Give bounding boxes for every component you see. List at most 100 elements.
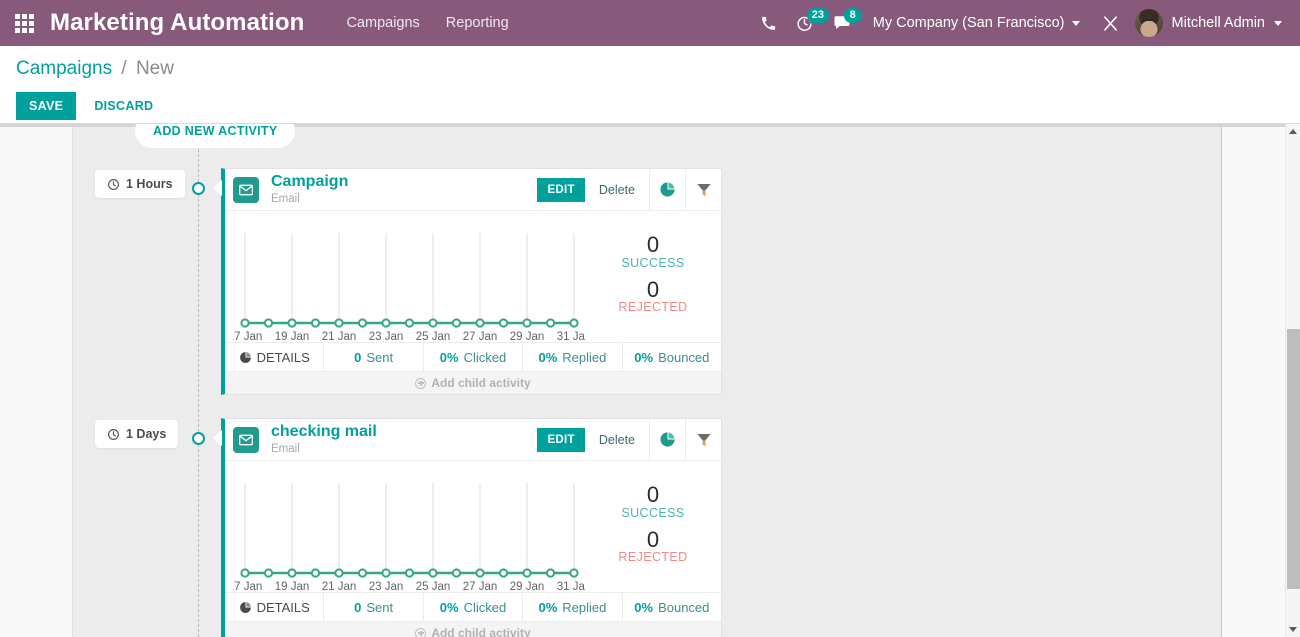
edit-button[interactable]: EDIT	[537, 427, 585, 452]
stat-replied[interactable]: 0% Replied	[522, 593, 621, 621]
x-tick: 21 Jan	[322, 331, 357, 343]
activity-title: Campaign	[271, 174, 349, 191]
breadcrumb-separator: /	[121, 58, 127, 79]
success-label: SUCCESS	[621, 255, 685, 270]
navbar-right-cluster: 23 8 My Company (San Francisco) Mitchell…	[751, 0, 1292, 46]
pie-chart-icon	[239, 601, 251, 613]
activity-card-titles: Campaign Email	[271, 174, 537, 205]
details-label: DETAILS	[256, 349, 310, 365]
activity-card-header: Campaign Email EDIT Delete	[225, 169, 721, 211]
activity-card: Campaign Email EDIT Delete 7 Jan 19 Jan …	[221, 168, 722, 395]
apps-grid-icon[interactable]	[12, 11, 36, 35]
x-tick: 23 Jan	[369, 331, 404, 343]
developer-tools-icon[interactable]	[1092, 0, 1129, 46]
chevron-down-icon	[1071, 20, 1080, 26]
chart-series-points	[240, 318, 579, 328]
stat-label: Sent	[366, 349, 394, 365]
stat-value: 0%	[538, 599, 558, 615]
left-gutter	[0, 124, 73, 637]
stat-value: 0%	[439, 349, 459, 365]
stat-sent[interactable]: 0 Sent	[323, 593, 422, 621]
record-action-buttons: SAVE DISCARD	[16, 92, 1284, 120]
scrollbar-thumb[interactable]	[1287, 329, 1300, 589]
stat-clicked[interactable]: 0% Clicked	[422, 343, 522, 371]
activity-title: checking mail	[271, 424, 377, 441]
add-child-activity-button[interactable]: Add child activity	[225, 371, 721, 394]
x-tick: 17 Jan	[233, 581, 262, 593]
control-panel: Campaigns / New SAVE DISCARD	[0, 46, 1300, 124]
stat-clicked[interactable]: 0% Clicked	[422, 593, 522, 621]
x-tick: 29 Jan	[510, 581, 545, 593]
funnel-filter-icon[interactable]	[685, 419, 721, 460]
add-child-activity-button[interactable]: Add child activity	[225, 621, 721, 637]
stat-label: Clicked	[463, 599, 507, 615]
plus-circle-icon	[415, 627, 427, 637]
envelope-icon	[233, 426, 259, 453]
activity-stats-bar: DETAILS 0 Sent 0% Clicked 0% Replied 0% Boun…	[225, 342, 721, 371]
discard-button[interactable]: DISCARD	[84, 92, 163, 120]
pie-chart-glyph	[660, 182, 675, 197]
user-name: Mitchell Admin	[1171, 15, 1265, 31]
stat-replied[interactable]: 0% Replied	[522, 343, 621, 371]
line-chart-svg: 17 Jan 19 Jan 21 Jan 23 Jan 25 Jan 27 Ja…	[233, 483, 585, 593]
scroll-up-arrow-icon[interactable]	[1289, 129, 1297, 134]
rejected-label: REJECTED	[618, 549, 688, 564]
chat-messages-icon[interactable]: 8	[823, 0, 862, 46]
pie-chart-icon[interactable]	[649, 419, 685, 460]
activity-arrow-tip	[213, 430, 222, 446]
stat-bounced[interactable]: 0% Bounced	[621, 593, 721, 621]
activity-card-titles: checking mail Email	[271, 424, 537, 455]
details-button[interactable]: DETAILS	[225, 593, 323, 621]
stat-label: Replied	[562, 349, 607, 365]
activity-subtitle: Email	[271, 192, 300, 205]
activity-interval-badge[interactable]: 1 Days	[95, 420, 179, 448]
x-tick: 31 Jan	[557, 331, 585, 343]
activity-node-dot[interactable]	[192, 432, 205, 445]
x-tick: 23 Jan	[369, 581, 404, 593]
delete-button[interactable]: Delete	[591, 177, 643, 203]
pie-chart-icon[interactable]	[649, 169, 685, 210]
stat-label: Clicked	[463, 349, 507, 365]
add-new-activity-button[interactable]: ADD NEW ACTIVITY	[135, 124, 296, 148]
scroll-down-arrow-icon[interactable]	[1289, 627, 1297, 632]
success-label: SUCCESS	[621, 505, 685, 520]
x-tick: 29 Jan	[510, 331, 545, 343]
stat-sent[interactable]: 0 Sent	[323, 343, 422, 371]
company-name: My Company (San Francisco)	[872, 15, 1065, 31]
avatar	[1134, 9, 1163, 37]
activity-interval-badge[interactable]: 1 Hours	[95, 170, 185, 198]
details-button[interactable]: DETAILS	[225, 343, 323, 371]
stat-label: Sent	[366, 599, 394, 615]
chart-gridlines	[244, 233, 575, 323]
clock-icon	[108, 178, 119, 190]
activity-arrow-tip	[213, 180, 222, 196]
activity-line-chart: 17 Jan 19 Jan 21 Jan 23 Jan 25 Jan 27 Ja…	[225, 461, 585, 593]
delete-button[interactable]: Delete	[591, 427, 643, 453]
messages-count-badge: 8	[843, 8, 862, 23]
menu-item-campaigns[interactable]: Campaigns	[346, 15, 419, 31]
activity-card: checking mail Email EDIT Delete 7 Jan 19…	[221, 418, 722, 637]
breadcrumb-campaigns[interactable]: Campaigns	[16, 58, 112, 79]
stat-bounced[interactable]: 0% Bounced	[621, 343, 721, 371]
phone-icon[interactable]	[751, 0, 786, 46]
vertical-scrollbar[interactable]	[1285, 124, 1300, 637]
company-selector[interactable]: My Company (San Francisco)	[861, 15, 1092, 31]
stat-value: 0%	[634, 599, 654, 615]
activity-line-chart: 17 Jan 19 Jan 21 Jan 23 Jan 25 Jan 27 Ja…	[225, 211, 585, 343]
activity-node-dot[interactable]	[192, 182, 205, 195]
stat-label: Replied	[562, 599, 607, 615]
stat-value: 0%	[538, 349, 558, 365]
plus-circle-icon	[415, 377, 427, 389]
x-tick: 31 Jan	[557, 581, 585, 593]
clock-activities-icon[interactable]: 23	[786, 0, 829, 46]
stat-value: 0%	[634, 349, 654, 365]
user-menu[interactable]: Mitchell Admin	[1129, 9, 1292, 37]
breadcrumb-current: New	[135, 58, 174, 79]
x-tick: 25 Jan	[416, 331, 451, 343]
edit-button[interactable]: EDIT	[537, 177, 585, 202]
chevron-down-icon	[1274, 20, 1282, 26]
funnel-filter-icon[interactable]	[685, 169, 721, 210]
success-count: 0	[646, 482, 660, 508]
menu-item-reporting[interactable]: Reporting	[446, 15, 509, 31]
save-button[interactable]: SAVE	[16, 92, 77, 120]
